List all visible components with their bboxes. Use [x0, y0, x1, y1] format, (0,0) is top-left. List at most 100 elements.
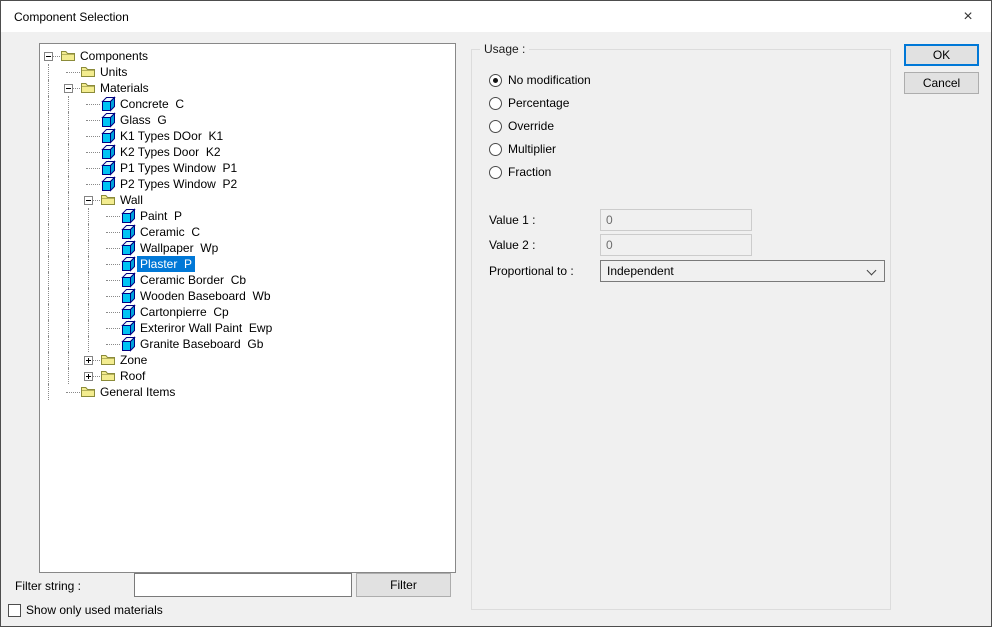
tree-item-p2-types-window-p2[interactable]: P2 Types Window P2 — [40, 176, 455, 192]
tree-item-ceramic-c[interactable]: Ceramic C — [40, 224, 455, 240]
tree-guide-line — [48, 320, 49, 336]
folder-icon — [80, 80, 96, 96]
tree-item-materials[interactable]: Materials — [40, 80, 455, 96]
tree-item-label: Zone — [120, 353, 148, 367]
tree-guide-line — [68, 272, 69, 288]
collapse-minus-icon[interactable] — [64, 84, 73, 93]
radio-button-icon[interactable] — [489, 165, 502, 179]
material-cube-icon — [120, 272, 136, 288]
tree-item-granite-baseboard-gb[interactable]: Granite Baseboard Gb — [40, 336, 455, 352]
proportional-to-select[interactable]: Independent — [600, 260, 885, 282]
tree-item-roof[interactable]: Roof — [40, 368, 455, 384]
tree-guide-line — [88, 320, 89, 336]
tree-connector-line — [86, 136, 100, 137]
tree-item-wall[interactable]: Wall — [40, 192, 455, 208]
tree-item-ceramic-border-cb[interactable]: Ceramic Border Cb — [40, 272, 455, 288]
tree-item-plaster-p[interactable]: Plaster P — [40, 256, 455, 272]
tree-guide-line — [48, 144, 49, 160]
tree-guide-line — [48, 352, 49, 368]
radio-button-icon[interactable] — [489, 142, 502, 156]
radio-no-modification[interactable]: No modification — [489, 72, 591, 88]
radio-button-icon[interactable] — [489, 119, 502, 133]
material-cube-icon — [100, 160, 116, 176]
radio-button-icon[interactable] — [489, 96, 502, 110]
folder-icon — [80, 384, 96, 400]
show-only-used-materials-row[interactable]: Show only used materials — [8, 602, 163, 618]
tree-guide-line — [48, 128, 49, 144]
tree-guide-line — [68, 112, 69, 128]
folder-icon — [100, 368, 116, 384]
material-cube-icon — [100, 112, 116, 128]
material-cube-icon — [120, 208, 136, 224]
show-only-used-materials-label: Show only used materials — [26, 603, 163, 617]
tree-item-exteriror-wall-paint-ewp[interactable]: Exteriror Wall Paint Ewp — [40, 320, 455, 336]
tree-item-components[interactable]: Components — [40, 48, 455, 64]
tree-item-label: General Items — [100, 385, 176, 399]
value2-input[interactable] — [600, 234, 752, 256]
material-cube-icon — [100, 176, 116, 192]
folder-icon — [100, 192, 116, 208]
tree-guide-line — [48, 64, 49, 80]
filter-button[interactable]: Filter — [356, 573, 451, 597]
tree-connector-line — [86, 152, 100, 153]
expand-plus-icon[interactable] — [84, 372, 93, 381]
proportional-to-label: Proportional to : — [489, 264, 574, 278]
cancel-button[interactable]: Cancel — [904, 72, 979, 94]
tree-guide-line — [68, 240, 69, 256]
tree-item-cartonpierre-cp[interactable]: Cartonpierre Cp — [40, 304, 455, 320]
tree-guide-line — [48, 176, 49, 192]
radio-label: Fraction — [508, 165, 552, 179]
tree-item-glass-g[interactable]: Glass G — [40, 112, 455, 128]
tree-item-label: Wall — [120, 193, 143, 207]
value1-input[interactable] — [600, 209, 752, 231]
folder-icon — [100, 352, 116, 368]
tree-item-paint-p[interactable]: Paint P — [40, 208, 455, 224]
tree-guide-line — [68, 336, 69, 352]
component-tree[interactable]: Components Units Materials Concrete C Glass … — [39, 43, 456, 573]
tree-guide-line — [48, 256, 49, 272]
show-only-used-materials-checkbox[interactable] — [8, 603, 21, 617]
radio-button-icon[interactable] — [489, 73, 502, 87]
tree-item-p1-types-window-p1[interactable]: P1 Types Window P1 — [40, 160, 455, 176]
tree-guide-line — [88, 304, 89, 320]
collapse-minus-icon[interactable] — [44, 52, 53, 61]
tree-item-label: Concrete C — [120, 97, 185, 111]
tree-item-wooden-baseboard-wb[interactable]: Wooden Baseboard Wb — [40, 288, 455, 304]
radio-override[interactable]: Override — [489, 118, 554, 134]
collapse-minus-icon[interactable] — [84, 196, 93, 205]
material-cube-icon — [120, 336, 136, 352]
tree-item-units[interactable]: Units — [40, 64, 455, 80]
tree-item-k2-types-door-k2[interactable]: K2 Types Door K2 — [40, 144, 455, 160]
expand-plus-icon[interactable] — [84, 356, 93, 365]
tree-guide-line — [48, 208, 49, 224]
tree-connector-line — [106, 216, 120, 217]
tree-guide-line — [48, 96, 49, 112]
tree-item-zone[interactable]: Zone — [40, 352, 455, 368]
tree-guide-line — [48, 192, 49, 208]
material-cube-icon — [120, 256, 136, 272]
radio-fraction[interactable]: Fraction — [489, 164, 551, 180]
ok-button[interactable]: OK — [904, 44, 979, 66]
tree-item-label: Plaster P — [137, 256, 196, 272]
tree-item-label: Units — [100, 65, 128, 79]
tree-guide-line — [88, 288, 89, 304]
tree-guide-line — [68, 288, 69, 304]
filter-string-input[interactable] — [134, 573, 352, 597]
tree-item-wallpaper-wp[interactable]: Wallpaper Wp — [40, 240, 455, 256]
tree-guide-line — [68, 320, 69, 336]
radio-multiplier[interactable]: Multiplier — [489, 141, 556, 157]
tree-guide-line — [68, 208, 69, 224]
tree-guide-line — [48, 272, 49, 288]
tree-connector-line — [66, 392, 80, 393]
tree-item-concrete-c[interactable]: Concrete C — [40, 96, 455, 112]
radio-percentage[interactable]: Percentage — [489, 95, 569, 111]
tree-item-k1-types-door-k1[interactable]: K1 Types DOor K1 — [40, 128, 455, 144]
tree-item-general-items[interactable]: General Items — [40, 384, 455, 400]
value1-label: Value 1 : — [489, 213, 536, 227]
tree-connector-line — [106, 248, 120, 249]
tree-guide-line — [68, 192, 69, 208]
close-button[interactable]: × — [951, 3, 985, 30]
tree-item-label: K1 Types DOor K1 — [120, 129, 224, 143]
radio-label: Multiplier — [508, 142, 557, 156]
radio-label: No modification — [508, 73, 591, 87]
